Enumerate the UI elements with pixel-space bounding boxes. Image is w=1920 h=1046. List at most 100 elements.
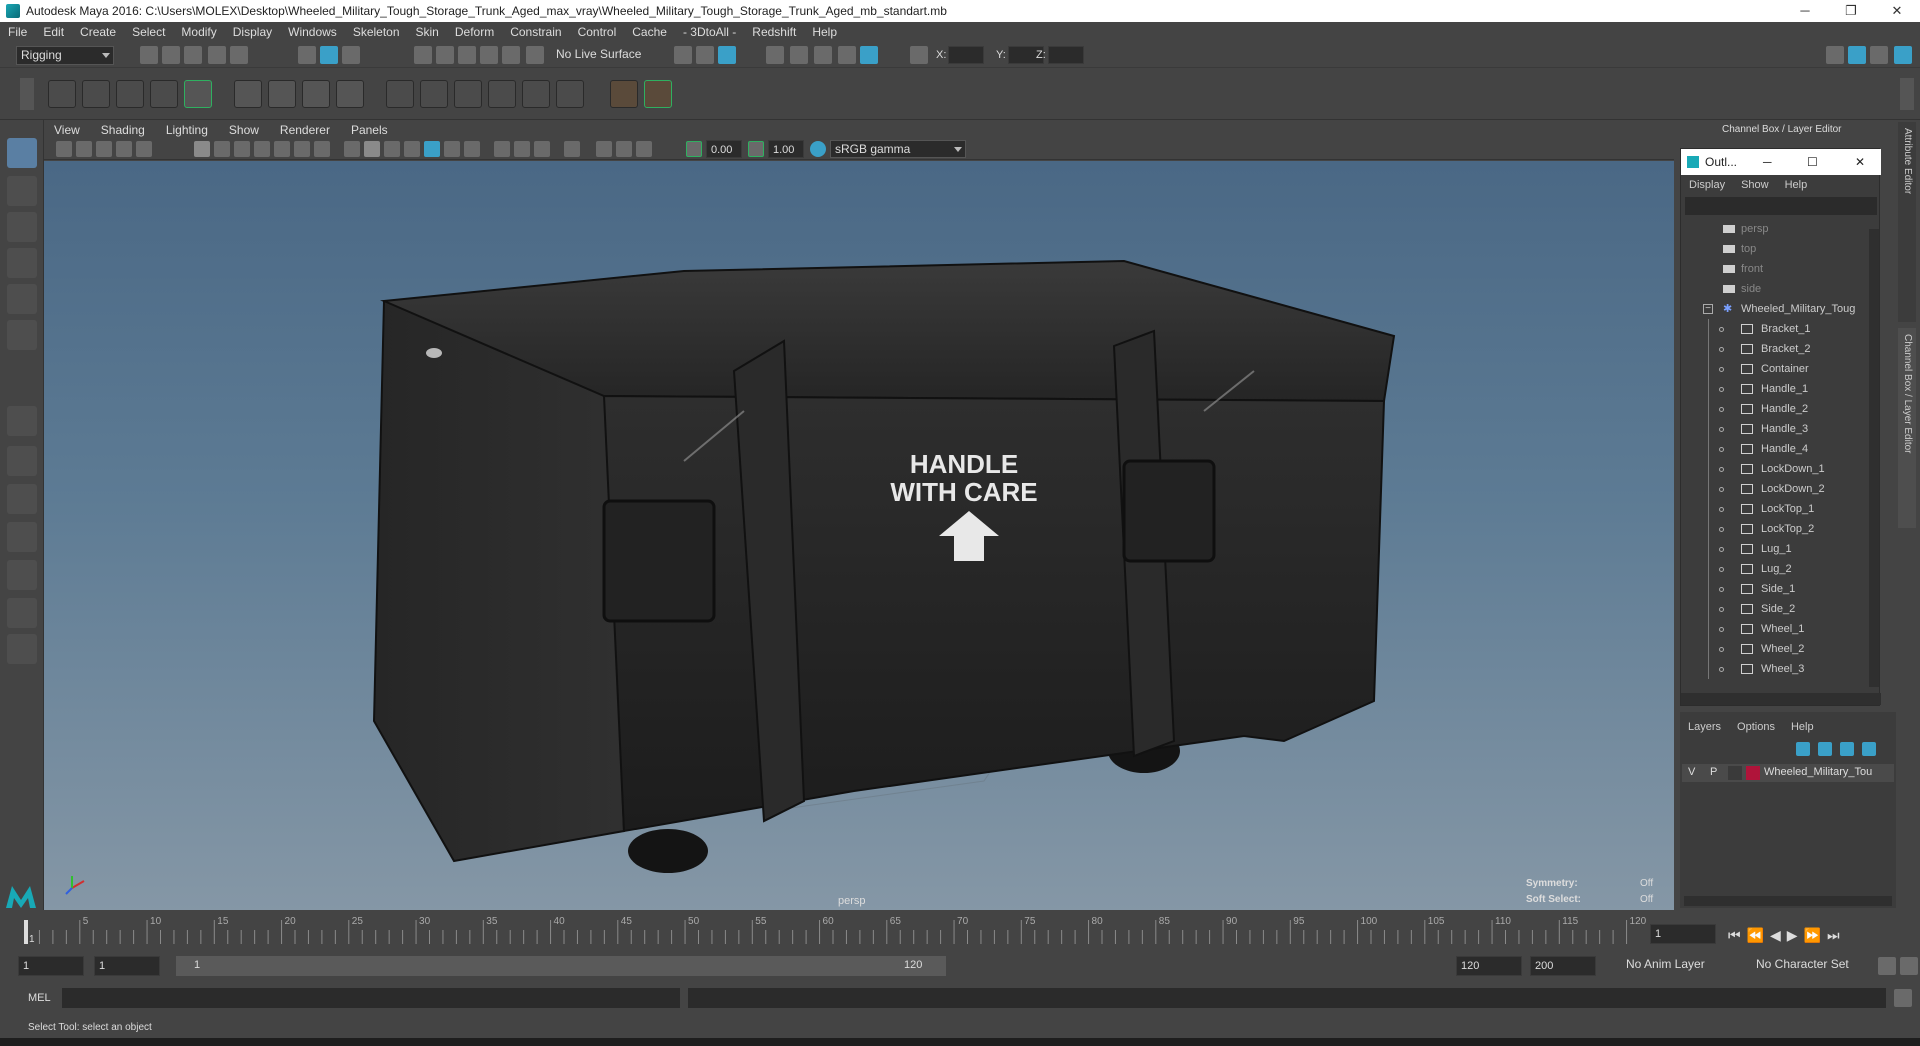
character-set-dropdown[interactable]: No Character Set — [1752, 956, 1868, 976]
gamma-icon[interactable] — [748, 141, 764, 157]
outliner-root-group[interactable]: − ✱ Wheeled_Military_Toug — [1681, 299, 1866, 319]
script-editor-icon[interactable] — [1894, 989, 1912, 1007]
lasso-tool-icon[interactable] — [7, 176, 37, 206]
snap-grid-icon[interactable] — [414, 46, 432, 64]
paint-select-icon[interactable] — [7, 212, 37, 242]
expand-icon[interactable] — [1719, 547, 1724, 552]
select-tool-icon[interactable] — [7, 138, 37, 168]
custom-layout-icon[interactable] — [7, 634, 37, 664]
expand-icon[interactable] — [1719, 347, 1724, 352]
depth-of-field-icon[interactable] — [534, 141, 550, 157]
persp-graph-icon[interactable] — [7, 522, 37, 552]
locator-icon[interactable] — [610, 80, 638, 108]
rotate-tool-icon[interactable] — [7, 284, 37, 314]
animation-end-input[interactable]: 200 — [1530, 956, 1596, 976]
snap-view-plane-icon[interactable] — [480, 46, 498, 64]
minimize-button[interactable]: ─ — [1782, 0, 1828, 22]
move-tool-icon[interactable] — [7, 248, 37, 278]
menu-redshift[interactable]: Redshift — [744, 25, 804, 39]
ipr-render-icon[interactable] — [814, 46, 832, 64]
outliner-item[interactable]: Container — [1681, 359, 1866, 379]
outliner-camera-persp[interactable]: persp — [1681, 219, 1866, 239]
viewport[interactable]: HANDLE WITH CARE persp Symmetry: Off Sof… — [44, 161, 1674, 911]
snap-together-icon[interactable] — [526, 46, 544, 64]
save-scene-icon[interactable] — [184, 46, 202, 64]
animation-prefs-icon[interactable] — [1900, 957, 1918, 975]
outliner-item[interactable]: LockTop_2 — [1681, 519, 1866, 539]
outliner-menu-show[interactable]: Show — [1733, 179, 1777, 191]
field-chart-icon[interactable] — [274, 141, 290, 157]
time-slider[interactable]: 5 10 15 20 25 30 35 40 45 50 55 60 65 70 75 80 85 90 95 100… — [0, 910, 1920, 954]
modeling-toolkit-icon[interactable] — [1826, 46, 1844, 64]
outliner-item[interactable]: Handle_3 — [1681, 419, 1866, 439]
outliner-item[interactable]: Wheel_2 — [1681, 639, 1866, 659]
expand-icon[interactable] — [1719, 367, 1724, 372]
wrap-icon[interactable] — [302, 80, 330, 108]
select-hierarchy-shelf-icon[interactable] — [644, 80, 672, 108]
2d-pan-zoom-icon[interactable] — [136, 141, 152, 157]
motion-blur-icon[interactable] — [494, 141, 510, 157]
screen-space-ao-icon[interactable] — [464, 141, 480, 157]
shelf-scroll-icon[interactable] — [1900, 78, 1914, 110]
playback-end-input[interactable]: 120 — [1456, 956, 1522, 976]
redo-icon[interactable] — [230, 46, 248, 64]
anim-layer-dropdown[interactable]: No Anim Layer — [1622, 956, 1742, 976]
snap-curve-icon[interactable] — [436, 46, 454, 64]
animation-start-input[interactable]: 1 — [18, 956, 84, 976]
safe-action-icon[interactable] — [294, 141, 310, 157]
channel-box-tab[interactable]: Channel Box / Layer Editor — [1898, 328, 1916, 528]
outliner-item[interactable]: LockTop_1 — [1681, 499, 1866, 519]
current-time-marker[interactable] — [24, 920, 28, 944]
expand-icon[interactable] — [1719, 647, 1724, 652]
menu-help[interactable]: Help — [804, 25, 845, 39]
playback-start-input[interactable]: 1 — [94, 956, 160, 976]
xray-components-icon[interactable] — [636, 141, 652, 157]
live-surface-field[interactable]: No Live Surface — [552, 46, 644, 65]
range-bar[interactable]: 1 120 — [176, 956, 946, 976]
orient-constraint-icon[interactable] — [454, 80, 482, 108]
persp-outliner-icon[interactable] — [7, 560, 37, 590]
x-input[interactable] — [948, 46, 984, 64]
resolution-gate-icon[interactable] — [234, 141, 250, 157]
expand-icon[interactable] — [1719, 387, 1724, 392]
scale-constraint-icon[interactable] — [488, 80, 516, 108]
output-ops-icon[interactable] — [696, 46, 714, 64]
layer-menu-options[interactable]: Options — [1729, 721, 1783, 733]
color-management-icon[interactable] — [810, 141, 826, 157]
collapse-icon[interactable]: − — [1703, 304, 1713, 314]
snap-point-icon[interactable] — [458, 46, 476, 64]
menu-cache[interactable]: Cache — [624, 25, 675, 39]
panel-menu-renderer[interactable]: Renderer — [270, 123, 341, 137]
move-layer-up-icon[interactable] — [1796, 742, 1810, 756]
attribute-editor-toggle-icon[interactable] — [1848, 46, 1866, 64]
panel-menu-show[interactable]: Show — [219, 123, 270, 137]
menu-edit[interactable]: Edit — [35, 25, 72, 39]
menu-windows[interactable]: Windows — [280, 25, 345, 39]
outliner-maximize-button[interactable]: ☐ — [1807, 155, 1818, 169]
point-constraint-icon[interactable] — [420, 80, 448, 108]
menu-3dtoall[interactable]: - 3DtoAll - — [675, 25, 744, 39]
parent-constraint-icon[interactable] — [386, 80, 414, 108]
pole-vector-icon[interactable] — [556, 80, 584, 108]
select-hierarchy-icon[interactable] — [298, 46, 316, 64]
film-gate-icon[interactable] — [214, 141, 230, 157]
expand-icon[interactable] — [1719, 407, 1724, 412]
panel-menu-view[interactable]: View — [44, 123, 91, 137]
menu-select[interactable]: Select — [124, 25, 173, 39]
render-settings-icon[interactable] — [838, 46, 856, 64]
new-layer-selected-icon[interactable] — [1862, 742, 1876, 756]
cluster-icon[interactable] — [268, 80, 296, 108]
layer-menu-help[interactable]: Help — [1783, 721, 1822, 733]
outliner-item[interactable]: Lug_1 — [1681, 539, 1866, 559]
outliner-item[interactable]: Handle_2 — [1681, 399, 1866, 419]
outliner-camera-side[interactable]: side — [1681, 279, 1866, 299]
scale-tool-icon[interactable] — [7, 320, 37, 350]
outliner-item[interactable]: LockDown_1 — [1681, 459, 1866, 479]
bind-skin-icon[interactable] — [184, 80, 212, 108]
outliner-item[interactable]: Handle_1 — [1681, 379, 1866, 399]
menu-modify[interactable]: Modify — [173, 25, 224, 39]
wireframe-icon[interactable] — [344, 141, 360, 157]
wireframe-on-shaded-icon[interactable] — [384, 141, 400, 157]
expand-icon[interactable] — [1719, 587, 1724, 592]
xray-icon[interactable] — [596, 141, 612, 157]
